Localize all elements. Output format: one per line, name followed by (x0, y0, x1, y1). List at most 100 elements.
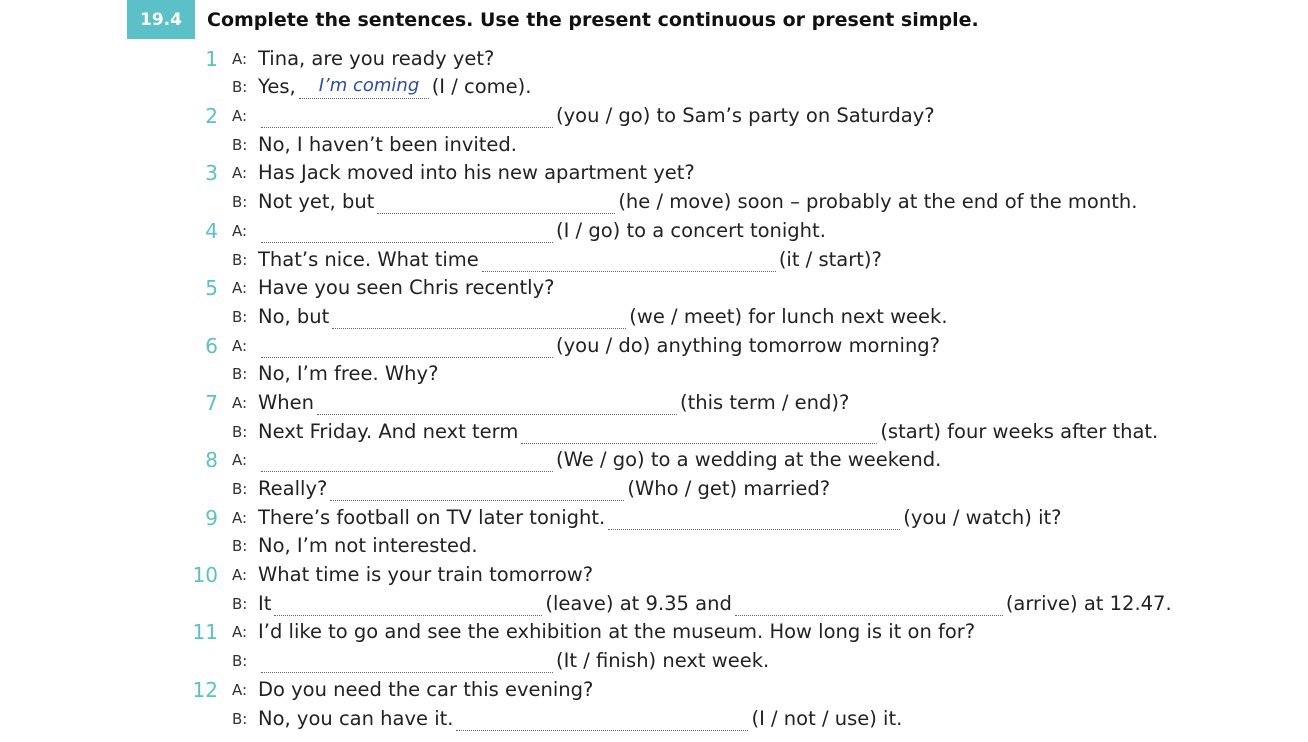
line-text: (It / finish) next week. (556, 649, 770, 673)
item-number: 6 (205, 333, 218, 358)
line-text: (he / move) soon – probably at the end o… (618, 190, 1138, 214)
line-text: Really? (258, 477, 328, 500)
line-text: No, I’m not interested. (258, 534, 478, 558)
speaker-label: B: (232, 365, 248, 384)
item-number: 10 (192, 563, 218, 588)
dialogue-line: B: Really? (Who / get) married? (190, 472, 1300, 501)
line-text: Have you seen Chris recently? (258, 276, 555, 300)
line-text: (We / go) to a wedding at the weekend. (556, 448, 942, 472)
line-text: (start) four weeks after that. (880, 419, 1159, 443)
line-text: When (258, 390, 314, 414)
speaker-label: B: (232, 250, 248, 269)
answer-blank[interactable] (377, 193, 616, 215)
answer-blank[interactable] (330, 480, 625, 501)
answer-blank[interactable] (521, 423, 878, 444)
dialogue-line: B: Yes, I’m coming (I / come). (190, 71, 1300, 100)
line-text: There’s football on TV later tonight. (258, 505, 606, 529)
exercise-lines: 1 A: Tina, are you ready yet? B: Yes, I’m co… (190, 42, 1300, 731)
answer-blank[interactable] (261, 107, 553, 129)
dialogue-line: 12 A: Do you need the car this evening? (190, 673, 1300, 702)
speaker-label: A: (232, 107, 248, 126)
answer-blank[interactable] (261, 222, 553, 243)
dialogue-line: B: That’s nice. What time (it / start)? (190, 243, 1300, 272)
dialogue-line: 8 A: (We / go) to a wedding at the weekend… (190, 444, 1300, 473)
dialogue-line: B: No, I’m not interested. (190, 530, 1300, 559)
speaker-label: B: (232, 480, 248, 498)
line-text: (I / not / use) it. (751, 706, 903, 730)
dialogue-line: B: (It / finish) next week. (190, 644, 1300, 674)
line-text: (Who / get) married? (627, 477, 831, 500)
answer-blank[interactable] (481, 251, 776, 272)
line-text: Do you need the car this evening? (258, 677, 594, 701)
line-text: (we / meet) for lunch next week. (629, 304, 948, 328)
speaker-label: A: (232, 623, 248, 642)
dialogue-line: 5 A: Have you seen Chris recently? (190, 272, 1300, 300)
line-text: That’s nice. What time (258, 247, 479, 271)
speaker-label: A: (232, 164, 248, 183)
speaker-label: B: (232, 709, 248, 728)
line-text: No, I haven’t been invited. (258, 132, 517, 156)
dialogue-line: B: No, I’m free. Why? (190, 358, 1300, 387)
answer-blank[interactable] (608, 509, 901, 530)
answer-blank[interactable] (332, 308, 627, 329)
speaker-label: B: (232, 193, 248, 212)
item-number: 3 (205, 161, 218, 186)
dialogue-line: 3 A: Has Jack moved into his new apartment… (190, 157, 1300, 186)
line-text: Yes, (258, 75, 296, 99)
speaker-label: A: (232, 279, 248, 298)
item-number: 12 (192, 677, 218, 702)
line-text: What time is your train tomorrow? (258, 563, 594, 587)
answer-blank[interactable] (734, 595, 1003, 616)
speaker-label: B: (232, 307, 248, 326)
speaker-label: B: (232, 135, 248, 154)
speaker-label: B: (232, 537, 248, 556)
answer-blank[interactable] (317, 394, 677, 415)
line-text: Next Friday. And next term (258, 419, 519, 443)
speaker-label: B: (232, 652, 248, 671)
speaker-label: A: (232, 508, 248, 527)
item-number: 4 (205, 218, 218, 243)
dialogue-line: 2 A: (you / go) to Sam’s party on Saturday… (190, 99, 1300, 129)
line-text: No, you can have it. (258, 706, 454, 730)
line-text: (you / go) to Sam’s party on Saturday? (556, 104, 935, 128)
answer-blank[interactable]: I’m coming (298, 75, 429, 100)
item-number: 7 (205, 390, 218, 415)
dialogue-line: 10 A: What time is your train tomorrow? (190, 558, 1300, 587)
speaker-label: A: (232, 336, 248, 355)
line-text: No, I’m free. Why? (258, 362, 439, 386)
handwritten-answer: I’m coming (318, 75, 420, 97)
item-number: 1 (205, 46, 218, 71)
speaker-label: A: (232, 49, 248, 68)
line-text: Tina, are you ready yet? (258, 46, 495, 70)
answer-blank[interactable] (261, 652, 553, 674)
dialogue-line: B: No, I haven’t been invited. (190, 128, 1300, 157)
answer-blank[interactable] (261, 337, 553, 358)
dialogue-line: 11 A: I’d like to go and see the exhibitio… (190, 616, 1300, 644)
dialogue-line: B: It (leave) at 9.35 and (arrive) at 12.… (190, 587, 1300, 616)
answer-blank[interactable] (274, 595, 543, 616)
speaker-label: A: (232, 393, 248, 412)
answer-blank[interactable] (456, 710, 749, 731)
answer-blank[interactable] (261, 451, 553, 473)
speaker-label: B: (232, 78, 248, 97)
exercise-instruction: Complete the sentences. Use the present … (207, 8, 979, 31)
line-text: I’d like to go and see the exhibition at… (258, 620, 976, 644)
item-number: 2 (205, 104, 218, 129)
exercise-header: 19.4 Complete the sentences. Use the pre… (127, 0, 979, 39)
speaker-label: A: (232, 680, 248, 699)
dialogue-line: B: No, you can have it. (I / not / use) i… (190, 702, 1300, 731)
line-text: (I / come). (431, 75, 532, 99)
line-text: Has Jack moved into his new apartment ye… (258, 161, 695, 185)
speaker-label: A: (232, 566, 248, 585)
dialogue-line: B: Not yet, but (he / move) soon – probab… (190, 185, 1300, 215)
line-text: No, but (258, 304, 330, 328)
dialogue-line: 4 A: (I / go) to a concert tonight. (190, 214, 1300, 243)
speaker-label: B: (232, 594, 248, 613)
line-text: It (258, 591, 272, 615)
line-text: (I / go) to a concert tonight. (556, 218, 826, 242)
line-text: (leave) at 9.35 and (545, 591, 732, 615)
dialogue-line: 9 A: There’s football on TV later tonight.… (190, 501, 1300, 530)
line-text: Not yet, but (258, 190, 375, 214)
line-text: (you / do) anything tomorrow morning? (556, 333, 941, 357)
dialogue-line: 7 A: When (this term / end)? (190, 386, 1300, 415)
